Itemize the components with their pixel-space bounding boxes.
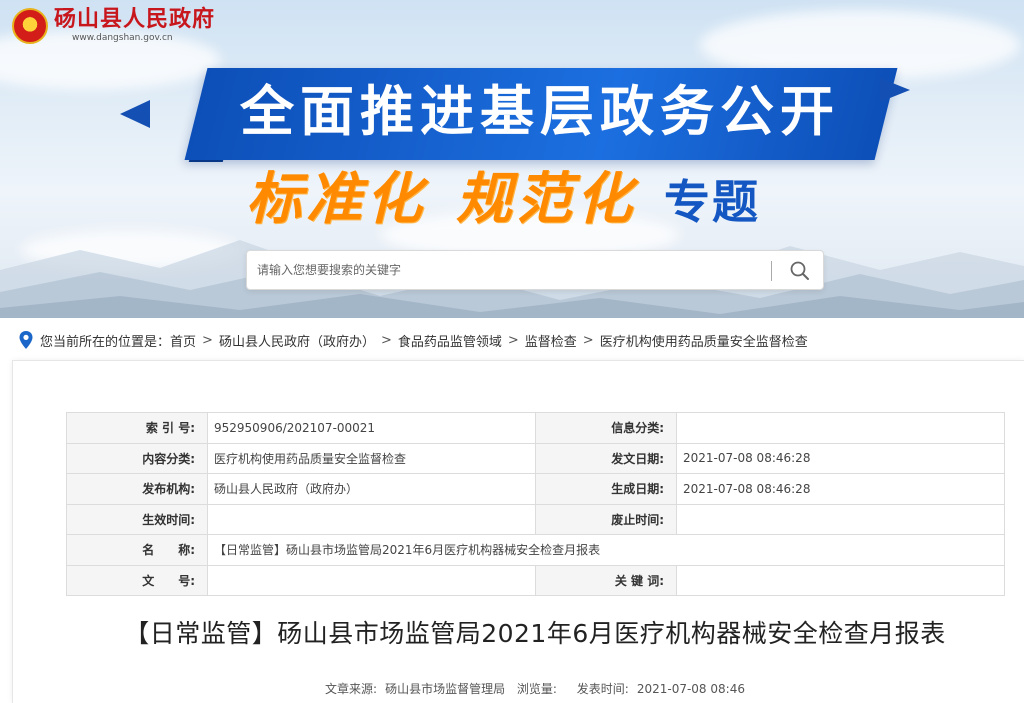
issue-date-label: 发文日期: [535, 442, 677, 474]
doc-number-label: 文 号: [66, 564, 208, 596]
doc-number-value [207, 564, 536, 596]
breadcrumb-gov-office[interactable]: 砀山县人民政府（政府办） [219, 331, 375, 350]
breadcrumb-home[interactable]: 首页 [170, 331, 196, 350]
publisher-value: 砀山县人民政府（政府办） [207, 473, 536, 505]
source-value: 砀山县市场监督管理局 [385, 682, 506, 696]
location-pin-icon [19, 331, 33, 349]
views-label: 浏览量: [516, 682, 557, 696]
breadcrumb: 您当前所在的位置是： 首页 > 砀山县人民政府（政府办） > 食品药品监管领域 … [18, 328, 808, 352]
banner-slogan: 标准化 规范化 专题 [246, 168, 760, 233]
breadcrumb-separator: > [202, 332, 213, 348]
generated-date-value: 2021-07-08 08:46:28 [676, 473, 1005, 505]
source-label: 文章来源: [325, 682, 378, 696]
search-bar [246, 250, 824, 290]
table-row: 内容分类: 医疗机构使用药品质量安全监督检查 发文日期: 2021-07-08 … [66, 442, 1005, 474]
site-url: www.dangshan.gov.cn [72, 33, 173, 43]
category-value [676, 412, 1005, 444]
table-row: 名 称: 【日常监管】砀山县市场监管局2021年6月医疗机构器械安全检查月报表 [66, 534, 1005, 566]
search-icon [790, 261, 809, 280]
content-category-label: 内容分类: [66, 442, 208, 474]
keywords-value [676, 564, 1005, 596]
breadcrumb-separator: > [380, 332, 392, 348]
category-label: 信息分类: [535, 412, 677, 444]
ribbon-tip-left-decoration [120, 100, 150, 128]
breadcrumb-separator: > [582, 332, 594, 348]
breadcrumb-current[interactable]: 医疗机构使用药品质量安全监督检查 [600, 331, 808, 350]
keywords-label: 关 键 词: [535, 564, 677, 596]
slogan-standardization: 标准化 [246, 166, 426, 232]
breadcrumb-food-drug[interactable]: 食品药品监管领域 [398, 331, 502, 350]
slogan-normalization: 规范化 [456, 166, 636, 232]
search-input[interactable] [257, 251, 757, 289]
publisher-label: 发布机构: [66, 473, 208, 505]
national-emblem-icon [12, 8, 48, 44]
info-metadata-table: 索 引 号: 952950906/202107-00021 信息分类: 内容分类… [66, 412, 1005, 596]
slogan-topic: 专题 [664, 175, 760, 229]
ribbon-tip-right-decoration [880, 78, 910, 102]
effective-time-value [207, 503, 536, 535]
breadcrumb-prefix: 您当前所在的位置是： [40, 334, 171, 350]
header-banner: 砀山县人民政府 www.dangshan.gov.cn 全面推进基层政务公开 标… [0, 0, 1024, 318]
expiry-time-label: 废止时间: [535, 503, 677, 535]
table-row: 文 号: 关 键 词: [66, 564, 1005, 596]
site-name: 砀山县人民政府 [54, 7, 216, 32]
content-category-value: 医疗机构使用药品质量安全监督检查 [207, 442, 536, 474]
doc-name-value: 【日常监管】砀山县市场监管局2021年6月医疗机构器械安全检查月报表 [207, 534, 1005, 566]
generated-date-label: 生成日期: [535, 473, 677, 505]
expiry-time-value [676, 503, 1005, 535]
breadcrumb-supervision[interactable]: 监督检查 [525, 331, 577, 350]
site-logo[interactable]: 砀山县人民政府 www.dangshan.gov.cn [12, 8, 215, 44]
issue-date-value: 2021-07-08 08:46:28 [676, 442, 1005, 474]
doc-name-label: 名 称: [66, 534, 208, 566]
table-row: 发布机构: 砀山县人民政府（政府办） 生成日期: 2021-07-08 08:4… [66, 473, 1005, 505]
index-label: 索 引 号: [66, 412, 208, 444]
published-label: 发表时间: [576, 682, 629, 696]
table-row: 生效时间: 废止时间: [66, 503, 1005, 535]
table-row: 索 引 号: 952950906/202107-00021 信息分类: [66, 412, 1005, 444]
breadcrumb-separator: > [507, 332, 519, 348]
article-title: 【日常监管】砀山县市场监管局2021年6月医疗机构器械安全检查月报表 [124, 619, 946, 648]
article-info: 文章来源: 砀山县市场监督管理局 浏览量: 发表时间: 2021-07-08 08:… [66, 680, 1004, 697]
search-divider [771, 261, 772, 281]
published-value: 2021-07-08 08:46 [636, 682, 745, 696]
search-button[interactable] [783, 255, 817, 285]
banner-headline: 全面推进基层政务公开 [240, 80, 840, 143]
effective-time-label: 生效时间: [66, 503, 208, 535]
index-value: 952950906/202107-00021 [207, 412, 536, 444]
